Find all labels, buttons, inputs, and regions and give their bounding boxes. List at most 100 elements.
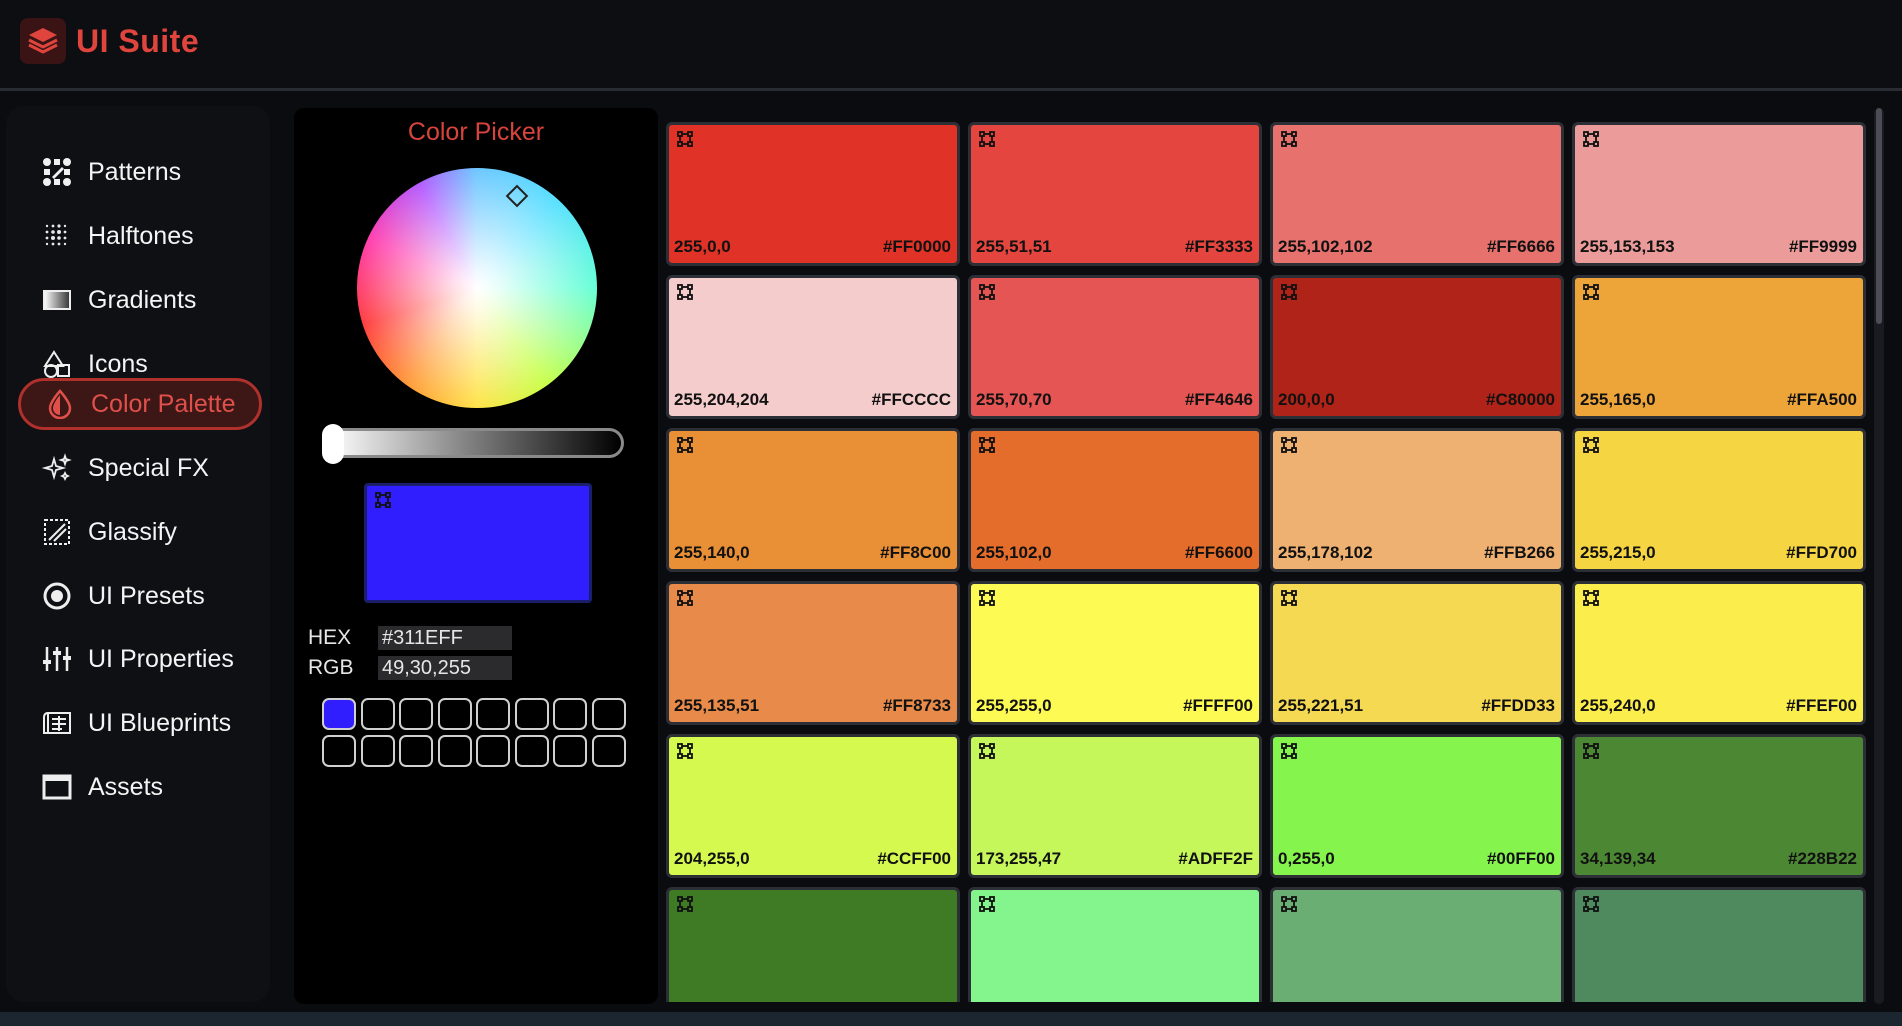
sidebar-item-label: Color Palette <box>91 389 236 418</box>
color-card[interactable]: 0,255,0 #00FF00 <box>1270 734 1564 878</box>
sidebar-item-halftones[interactable]: Halftones <box>18 210 262 262</box>
color-card[interactable]: 255,153,153 #FF9999 <box>1572 122 1866 266</box>
color-card-hex: #FFCCCC <box>871 390 951 409</box>
color-card-hex: #FF6666 <box>1486 237 1555 256</box>
radio-icon <box>40 579 74 613</box>
color-card[interactable]: 255,165,0 #FFA500 <box>1572 275 1866 419</box>
droplet-icon <box>43 387 77 421</box>
swatch-slot[interactable] <box>553 735 587 767</box>
color-card[interactable]: 255,178,102 #FFB266 <box>1270 428 1564 572</box>
swatch-slot[interactable] <box>514 698 549 730</box>
sidebar-item-ui-properties[interactable]: UI Properties <box>18 633 262 685</box>
color-picker-title: Color Picker <box>407 118 545 146</box>
color-card[interactable]: 255,204,204 #FFCCCC <box>666 275 960 419</box>
color-card[interactable]: 200,0,0 #C80000 <box>1270 275 1564 419</box>
color-card[interactable] <box>666 887 960 1002</box>
color-card-rgb: 255,0,0 <box>674 237 731 256</box>
rgb-label: RGB <box>308 656 354 679</box>
swatch-slot[interactable] <box>476 698 510 730</box>
swatch-slot[interactable] <box>360 698 395 730</box>
swatch-slot[interactable] <box>437 735 472 767</box>
halftones-icon <box>40 219 74 253</box>
color-card[interactable]: 204,255,0 #CCFF00 <box>666 734 960 878</box>
brightness-slider[interactable] <box>326 428 624 458</box>
color-card[interactable]: 255,102,0 #FF6600 <box>968 428 1262 572</box>
sidebar-item-ui-blueprints[interactable]: UI Blueprints <box>18 697 262 749</box>
swatch-slot[interactable] <box>553 698 587 730</box>
rgb-input[interactable]: 49,30,255 <box>378 656 512 680</box>
node-icon <box>979 284 995 305</box>
color-card-rgb: 255,215,0 <box>1580 543 1656 562</box>
patterns-icon <box>40 155 74 189</box>
palette-scrollbar-thumb[interactable] <box>1876 108 1882 324</box>
swatch-slot[interactable] <box>399 698 433 730</box>
swatch-slot[interactable] <box>322 735 356 767</box>
node-icon <box>1281 437 1297 458</box>
color-card-rgb: 255,255,0 <box>976 696 1052 715</box>
color-card[interactable]: 255,0,0 #FF0000 <box>666 122 960 266</box>
color-card-rgb: 200,0,0 <box>1278 390 1335 409</box>
color-card[interactable]: 34,139,34 #228B22 <box>1572 734 1866 878</box>
node-icon <box>1281 896 1297 917</box>
sidebar-item-patterns[interactable]: Patterns <box>18 146 262 198</box>
color-card[interactable]: 173,255,47 #ADFF2F <box>968 734 1262 878</box>
color-card[interactable]: 255,215,0 #FFD700 <box>1572 428 1866 572</box>
color-card[interactable] <box>1572 887 1866 1002</box>
color-wheel[interactable] <box>357 168 597 408</box>
color-card[interactable]: 255,221,51 #FFDD33 <box>1270 581 1564 725</box>
swatch-slot[interactable] <box>360 735 395 767</box>
sidebar-item-label: Special FX <box>88 453 209 482</box>
color-card[interactable] <box>1270 887 1564 1002</box>
node-icon <box>1583 590 1599 611</box>
node-icon <box>1281 590 1297 611</box>
swatch-slot[interactable] <box>514 735 549 767</box>
swatch-slot[interactable] <box>591 698 626 730</box>
swatch-slot[interactable] <box>437 698 472 730</box>
swatch-slot[interactable] <box>476 735 510 767</box>
sidebar-item-assets[interactable]: Assets <box>18 761 262 813</box>
color-card[interactable]: 255,240,0 #FFEF00 <box>1572 581 1866 725</box>
window-icon <box>40 770 74 804</box>
shapes-icon <box>40 347 74 381</box>
gradients-icon <box>40 283 74 317</box>
color-card[interactable]: 255,140,0 #FF8C00 <box>666 428 960 572</box>
top-bar: UI Suite <box>0 0 1902 91</box>
brightness-slider-knob[interactable] <box>322 424 344 464</box>
sidebar-item-label: Glassify <box>88 517 177 546</box>
color-card-hex: #FFB266 <box>1484 543 1555 562</box>
sidebar-item-gradients[interactable]: Gradients <box>18 274 262 326</box>
node-icon <box>1583 743 1599 764</box>
color-card[interactable]: 255,51,51 #FF3333 <box>968 122 1262 266</box>
swatch-slot[interactable] <box>399 735 433 767</box>
color-card-rgb: 255,178,102 <box>1278 543 1373 562</box>
swatch-slot[interactable] <box>322 698 356 730</box>
app-logo[interactable]: UI Suite <box>20 18 199 64</box>
color-card[interactable]: 255,102,102 #FF6666 <box>1270 122 1564 266</box>
sidebar-item-label: UI Properties <box>88 644 234 673</box>
swatch-slot[interactable] <box>591 735 626 767</box>
app-title: UI Suite <box>76 22 200 59</box>
color-card[interactable] <box>968 887 1262 1002</box>
node-icon <box>1583 131 1599 152</box>
color-card[interactable]: 255,255,0 #FFFF00 <box>968 581 1262 725</box>
node-icon <box>979 131 995 152</box>
hex-input[interactable]: #311EFF <box>378 626 512 650</box>
color-card-rgb: 173,255,47 <box>976 849 1062 868</box>
color-card-rgb: 255,204,204 <box>674 390 769 409</box>
color-card-hex: #FFD700 <box>1786 543 1857 562</box>
sidebar-item-color-palette[interactable]: Color Palette <box>18 378 262 430</box>
color-card-rgb: 255,135,51 <box>674 696 760 715</box>
color-card-rgb: 255,140,0 <box>674 543 750 562</box>
node-icon <box>979 590 995 611</box>
sidebar-item-glassify[interactable]: Glassify <box>18 506 262 558</box>
sidebar-item-special-fx[interactable]: Special FX <box>18 442 262 494</box>
color-card-rgb: 255,102,0 <box>976 543 1052 562</box>
color-card[interactable]: 255,135,51 #FF8733 <box>666 581 960 725</box>
node-icon <box>1281 284 1297 305</box>
color-card-hex: #00FF00 <box>1486 849 1555 868</box>
color-card[interactable]: 255,70,70 #FF4646 <box>968 275 1262 419</box>
color-card-rgb: 204,255,0 <box>674 849 750 868</box>
sliders-icon <box>40 642 74 676</box>
palette-grid: 255,0,0 #FF0000 255,51,51 #FF3333 255,102,10… <box>666 122 1876 1002</box>
sidebar-item-ui-presets[interactable]: UI Presets <box>18 570 262 622</box>
